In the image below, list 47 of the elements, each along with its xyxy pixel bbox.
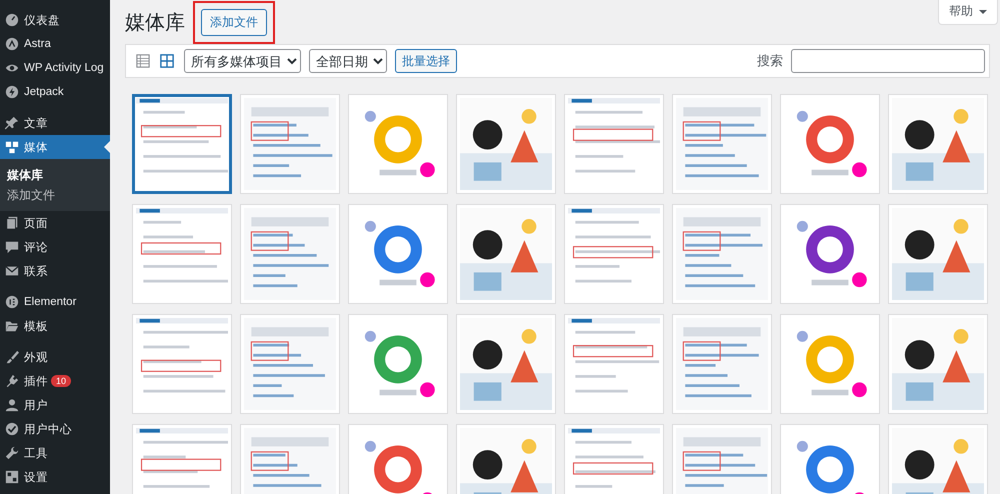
menu-item[interactable]: 页面 [0,211,110,235]
menu-item[interactable]: Astra [0,32,110,56]
submenu-item[interactable]: 添加文件 [0,185,110,205]
menu-item[interactable]: 仪表盘 [0,8,110,32]
circle-icon [5,37,19,51]
user-icon [5,398,19,412]
menu-item[interactable]: Elementor [0,290,110,314]
help-button[interactable]: 帮助 [938,0,998,25]
envelope-icon [5,264,19,278]
page-title: 媒体库 [125,10,185,36]
list-view-icon[interactable] [136,54,150,68]
menu-item[interactable]: 插件 10 [0,369,110,393]
filter-dropdown[interactable]: 所有多媒体项目 [184,49,301,73]
submenu-item[interactable]: 媒体库 [0,165,110,185]
bulk-select-button[interactable]: 批量选择 [395,49,457,73]
media-icon [5,140,19,154]
pin-icon [5,116,19,130]
menu-item[interactable]: 设置 [0,465,110,489]
check-circle-icon [5,422,19,436]
menu-item[interactable]: 模板 [0,314,110,338]
menu-item[interactable]: Jetpack [0,80,110,104]
pages-icon [5,216,19,230]
menu-item[interactable]: 用户中心 [0,417,110,441]
grid-view-icon[interactable] [160,54,174,68]
menu-item[interactable]: 工具 [0,441,110,465]
speech-bubble-icon [5,240,19,254]
filter-dropdown[interactable]: 全部日期 [309,49,387,73]
add-file-button[interactable]: 添加文件 [201,8,267,36]
wrench-icon [5,446,19,460]
menu-item[interactable]: 用户 [0,393,110,417]
caret-icon [979,10,987,14]
plug-icon [5,374,19,388]
grid-icon [5,470,19,484]
menu-item[interactable]: 联系 [0,259,110,283]
menu-item[interactable]: WP Activity Log [0,56,110,80]
search-field[interactable] [791,49,985,73]
menu-item[interactable]: 外观 [0,345,110,369]
circle-icon [5,295,19,309]
bolt-icon [5,85,19,99]
folder-icon [5,319,19,333]
brush-icon [5,350,19,364]
menu-item[interactable]: 文章 [0,111,110,135]
menu-item[interactable]: 媒体 [0,135,110,159]
gauge-icon [5,13,19,27]
menu-item[interactable]: 评论 [0,235,110,259]
search-label: 搜索 [757,52,783,70]
count-badge: 10 [51,375,72,387]
